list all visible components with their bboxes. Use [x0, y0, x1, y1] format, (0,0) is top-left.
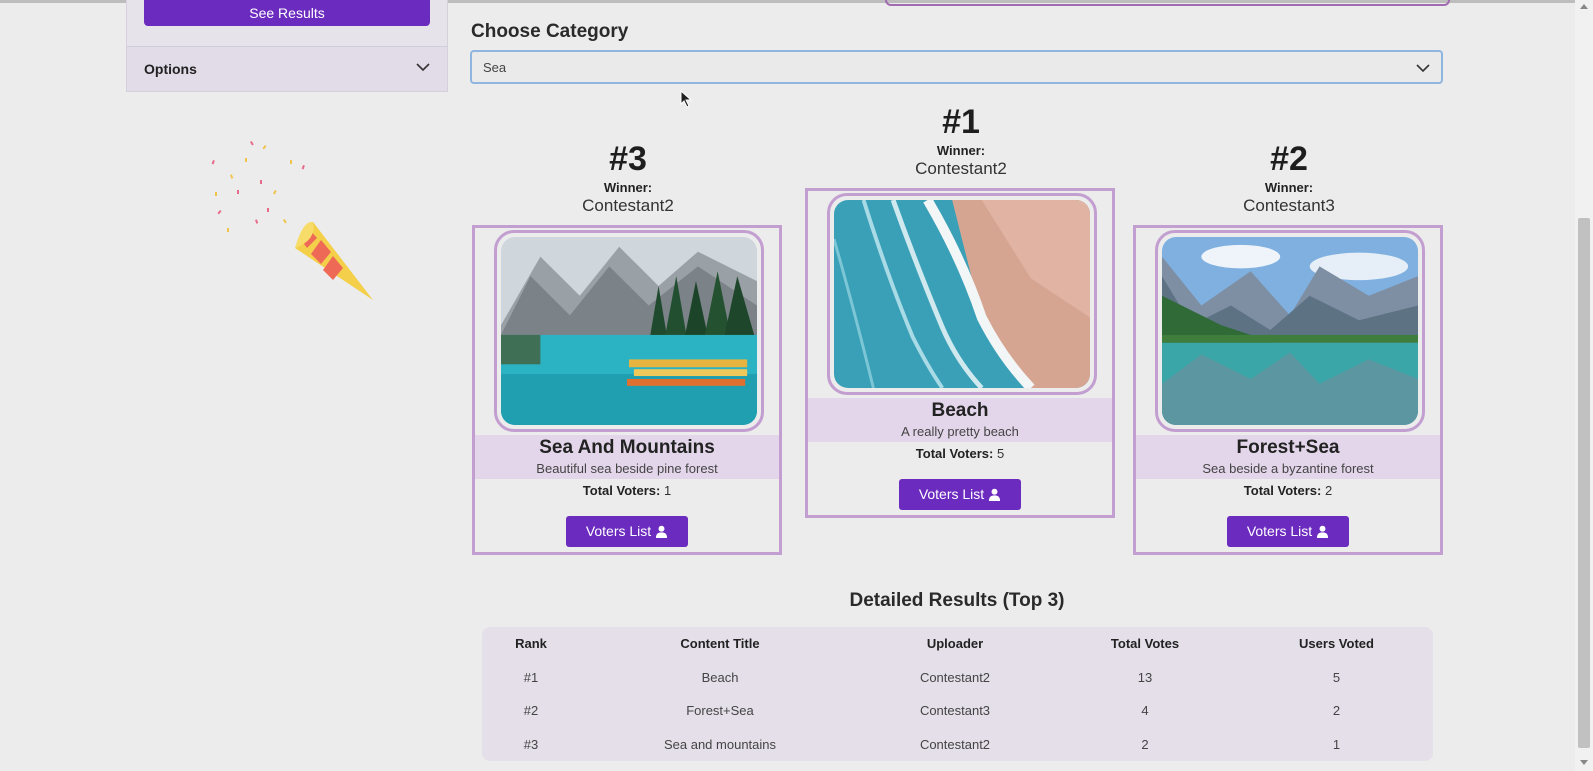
total-voters-label: Total Voters:: [582, 483, 661, 498]
table-cell: Beach: [701, 670, 739, 685]
chevron-down-icon: [416, 63, 430, 72]
user-icon: [1317, 525, 1329, 538]
voters-list-button[interactable]: Voters List: [899, 479, 1021, 510]
table-cell: 2: [1332, 703, 1341, 718]
first-place-card: Beach A really pretty beach Total Voters…: [805, 188, 1115, 518]
first-place-header: #1 Winner: Contestant2: [805, 103, 1117, 179]
total-voters-count: 5: [996, 446, 1005, 461]
second-place-info: Forest+Sea Sea beside a byzantine forest: [1136, 435, 1440, 479]
winner-name: Contestant2: [915, 159, 1007, 178]
voters-list-label: Voters List: [1246, 523, 1313, 539]
user-icon: [656, 525, 668, 538]
content-title: Forest+Sea: [1236, 437, 1340, 458]
rank-label: #1: [942, 103, 980, 141]
rank-label: #2: [1270, 140, 1308, 178]
voters-list-button[interactable]: Voters List: [1227, 516, 1349, 547]
column-header: Content Title: [680, 636, 760, 651]
table-cell: Forest+Sea: [686, 703, 754, 718]
chevron-down-icon: [1416, 64, 1430, 73]
table-cell: 13: [1137, 670, 1153, 685]
column-header: Users Voted: [1299, 636, 1374, 651]
table-cell: #1: [523, 670, 539, 685]
voters-list-label: Voters List: [585, 523, 652, 539]
winner-label: Winner:: [603, 180, 653, 195]
table-cell: Contestant2: [919, 670, 991, 685]
content-description: Sea beside a byzantine forest: [1202, 461, 1374, 476]
column-header: Uploader: [926, 636, 984, 651]
choose-category-heading: Choose Category: [471, 21, 629, 42]
sidebar: See Results Options: [126, 0, 448, 92]
see-results-button[interactable]: See Results: [144, 0, 430, 26]
winner-name: Contestant2: [582, 196, 674, 215]
mouse-cursor-icon: [680, 90, 693, 108]
rank-label: #3: [609, 140, 647, 178]
second-place-photo: [1155, 230, 1425, 432]
second-place-card: Forest+Sea Sea beside a byzantine forest…: [1133, 225, 1443, 555]
table-cell: Contestant3: [919, 703, 991, 718]
scrollbar-thumb[interactable]: [1578, 218, 1590, 748]
user-icon: [989, 488, 1001, 501]
party-popper-icon: [211, 141, 373, 300]
total-voters: Total Voters: 1: [475, 483, 779, 498]
options-label: Options: [144, 61, 197, 77]
results-table: Rank Content Title Uploader Total Votes …: [482, 627, 1433, 761]
third-place-photo: [494, 230, 764, 432]
detailed-results-heading: Detailed Results (Top 3): [849, 590, 1065, 611]
first-place-info: Beach A really pretty beach: [808, 398, 1112, 442]
content-description: A really pretty beach: [901, 424, 1019, 439]
winner-label: Winner:: [936, 143, 986, 158]
table-cell: 4: [1141, 703, 1149, 718]
second-place-header: #2 Winner: Contestant3: [1133, 140, 1445, 216]
content-title: Beach: [931, 400, 989, 421]
table-cell: Sea and mountains: [663, 737, 777, 752]
third-place-card: Sea And Mountains Beautiful sea beside p…: [472, 225, 782, 555]
third-place-header: #3 Winner: Contestant2: [472, 140, 784, 216]
category-select[interactable]: Sea: [470, 50, 1443, 84]
voters-list-button[interactable]: Voters List: [566, 516, 688, 547]
scroll-up-arrow-icon[interactable]: [1580, 4, 1588, 9]
table-cell: 2: [1141, 737, 1149, 752]
content-title: Sea And Mountains: [539, 437, 715, 458]
voters-list-label: Voters List: [918, 486, 985, 502]
scroll-down-arrow-icon[interactable]: [1580, 760, 1588, 765]
options-accordion[interactable]: Options: [127, 46, 447, 91]
total-voters-count: 1: [663, 483, 672, 498]
page-scrollbar[interactable]: [1575, 0, 1593, 771]
category-selected-value: Sea: [483, 60, 507, 75]
table-cell: 5: [1332, 670, 1341, 685]
column-header: Total Votes: [1110, 636, 1180, 651]
table-cell: #3: [523, 737, 539, 752]
winner-name: Contestant3: [1243, 196, 1335, 215]
total-voters-label: Total Voters:: [915, 446, 994, 461]
third-place-info: Sea And Mountains Beautiful sea beside p…: [475, 435, 779, 479]
winner-label: Winner:: [1264, 180, 1314, 195]
table-cell: #2: [523, 703, 539, 718]
table-cell: Contestant2: [919, 737, 991, 752]
first-place-photo: [827, 193, 1097, 395]
content-description: Beautiful sea beside pine forest: [536, 461, 718, 476]
column-header: Rank: [515, 636, 547, 651]
total-voters: Total Voters: 2: [1136, 483, 1440, 498]
total-voters-count: 2: [1324, 483, 1333, 498]
top-panel-edge: [885, 0, 1450, 6]
total-voters-label: Total Voters:: [1243, 483, 1322, 498]
table-cell: 1: [1332, 737, 1341, 752]
total-voters: Total Voters: 5: [808, 446, 1112, 461]
